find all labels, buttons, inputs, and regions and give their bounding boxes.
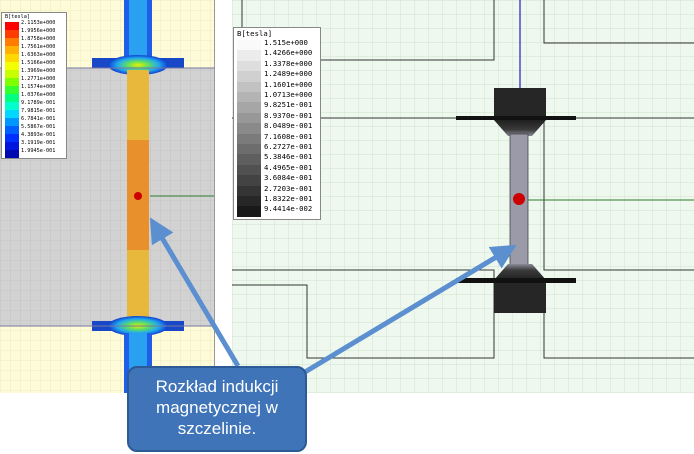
legend-color-swatch: [5, 134, 19, 142]
upper-pole-face: [494, 88, 546, 118]
legend-color-value: 1.5166e+000: [21, 60, 56, 66]
legend-gray-value: 1.4266e+000: [264, 48, 313, 58]
legend-gray-swatch: [237, 133, 261, 144]
lower-pole-face: [494, 283, 546, 313]
legend-gray-swatch: [237, 175, 261, 186]
legend-color-swatch: [5, 62, 19, 70]
lower-pole-rim: [456, 278, 576, 283]
legend-gray-value: 5.3846e-001: [264, 152, 313, 162]
legend-gray-swatch: [237, 112, 261, 124]
legend-gray-value: 8.0489e-001: [264, 121, 313, 131]
legend-gray-swatch: [237, 60, 261, 72]
legend-color-value: 1.8758e+000: [21, 36, 56, 42]
column-top-light: [129, 0, 147, 60]
legend-gray-swatch: [237, 123, 261, 134]
legend-color-value: 6.7841e-001: [21, 116, 56, 122]
legend-color-value: 1.7561e+000: [21, 44, 56, 50]
legend-color-swatch: [5, 30, 19, 38]
legend-gray-swatch: [237, 81, 261, 92]
gap-upper-yellow: [127, 70, 149, 140]
legend-color-swatch: [5, 86, 19, 94]
callout-line-1: Rozkład indukcji: [155, 377, 279, 396]
legend-color-swatch: [5, 94, 19, 102]
probe-point-right: [513, 193, 525, 205]
legend-color-swatch: [5, 142, 19, 150]
legend-color-swatch: [5, 126, 19, 134]
legend-color-swatch: [5, 70, 19, 78]
legend-gray: B[tesla] 1.515e+000 1.4266e+000 1.3378e+00…: [233, 27, 321, 220]
legend-color-value: 1.6363e+000: [21, 52, 56, 58]
legend-gray-swatch: [237, 185, 261, 196]
legend-color-value: 3.1919e-001: [21, 140, 56, 146]
legend-gray-value: 3.6084e-001: [264, 173, 313, 183]
legend-color-swatch: [5, 118, 19, 126]
legend-gray-swatch: [237, 196, 261, 207]
legend-color-value: 5.5867e-001: [21, 124, 56, 130]
legend-color-value: 1.3969e+000: [21, 68, 56, 74]
legend-gray-swatch: [237, 71, 261, 82]
legend-gray-value: 9.8251e-001: [264, 100, 313, 110]
legend-gray-value: 1.0713e+000: [264, 90, 313, 99]
legend-gray-value: 1.1601e+000: [264, 79, 313, 89]
legend-gray-value: 1.2489e+000: [264, 69, 313, 79]
legend-color-swatch: [5, 78, 19, 86]
legend-gray-value: 1.8322e-001: [264, 194, 313, 203]
legend-gray-swatch: [237, 40, 261, 51]
legend-color-swatch: [5, 38, 19, 46]
legend-color-value: 1.2771e+000: [21, 76, 56, 82]
legend-gray-swatch: [237, 164, 261, 176]
legend-color-swatch: [5, 102, 19, 110]
legend-gray-swatch: [237, 102, 261, 113]
legend-gray-value: 9.4414e-002: [264, 204, 313, 214]
probe-point: [134, 192, 142, 200]
legend-color-value: 1.0376e+000: [21, 92, 56, 98]
legend-color-swatch: [5, 54, 19, 62]
upper-pole-rim: [456, 116, 576, 120]
legend-gray-swatch: [237, 50, 261, 61]
legend-color-value: 1.9945e-001: [21, 148, 56, 154]
callout-line-2: magnetycznej w: [156, 398, 278, 417]
callout-line-3: szczelinie.: [177, 419, 257, 438]
legend-gray-value: 2.7203e-001: [264, 183, 313, 193]
legend-color-value: 2.1153e+000: [21, 20, 56, 26]
legend-color-value: 9.1789e-001: [21, 100, 56, 106]
legend-gray-swatch: [237, 144, 261, 155]
legend-gray-value: 8.9370e-001: [264, 110, 313, 120]
legend-gray-value: 4.4965e-001: [264, 162, 313, 172]
legend-color-swatch: [5, 22, 19, 30]
legend-color-value: 7.9815e-001: [21, 108, 56, 114]
legend-gray-swatch: [237, 206, 261, 217]
legend-gray-value: 7.1608e-001: [264, 131, 313, 141]
legend-color-swatch: [5, 150, 19, 158]
legend-gray-value: 1.515e+000: [264, 38, 308, 47]
legend-color-value: 4.3893e-001: [21, 132, 56, 138]
legend-color-value: 1.1574e+000: [21, 84, 56, 90]
callout-box: Rozkład indukcji magnetycznej w szczelin…: [127, 366, 307, 452]
legend-color-value: 1.9956e+000: [21, 28, 56, 34]
legend-gray-value: 6.2727e-001: [264, 142, 313, 151]
legend-color-swatch: [5, 110, 19, 118]
legend-gray-swatch: [237, 92, 261, 103]
legend-gray-value: 1.3378e+000: [264, 58, 313, 68]
legend-color-swatch: [5, 46, 19, 54]
legend-gray-swatch: [237, 154, 261, 165]
legend-color: B[tesla] 2.1153e+000 1.9956e+000 1.8758e+0…: [1, 12, 67, 159]
legend-gray-title: B[tesla]: [237, 29, 273, 38]
gap-lower-yellow: [127, 250, 149, 320]
